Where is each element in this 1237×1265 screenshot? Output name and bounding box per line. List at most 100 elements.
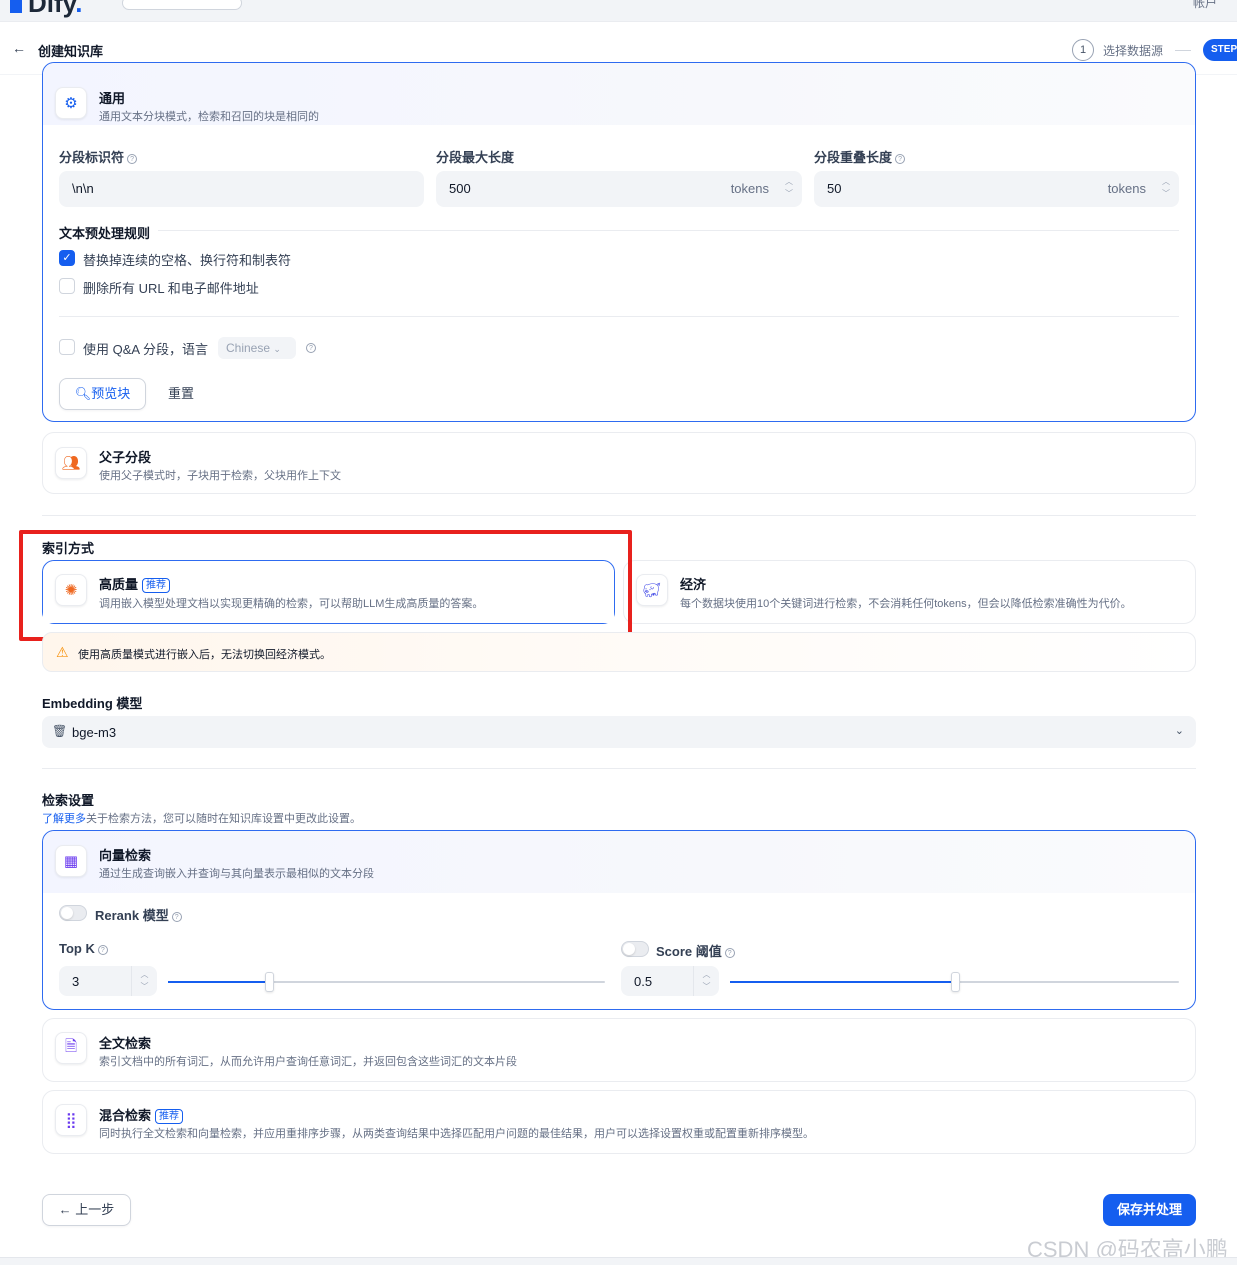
hybrid-desc: 同时执行全文检索和向量检索，并应用重排序步骤，从两类查询结果中选择匹配用户问题的… xyxy=(99,1128,814,1140)
recommended-badge: 推荐 xyxy=(142,578,171,593)
divider xyxy=(42,515,1196,516)
rule2-label: 删除所有 URL 和电子邮件地址 xyxy=(83,281,259,296)
help-icon[interactable]: ? xyxy=(171,912,182,922)
grid-icon: ▦ xyxy=(55,845,87,877)
parent-child-card[interactable]: 👥︎ 父子分段 使用父子模式时，子块用于检索，父块用作上下文 xyxy=(42,432,1196,494)
economy-desc: 每个数据块使用10个关键词进行检索，不会消耗任何tokens，但会以降低检索准确… xyxy=(680,598,1132,610)
fulltext-header: 🗎 全文检索 索引文档中的所有词汇，从而允许用户查询任意词汇，并返回包含这些词汇… xyxy=(43,1019,1195,1081)
overlap-input[interactable]: 50 tokens ︿ ﹀ xyxy=(814,171,1179,207)
step-1-number: 1 xyxy=(1072,39,1094,61)
top-nav-bar: Dify. 帐户 xyxy=(0,0,1237,22)
sparkle-icon: ✺ xyxy=(55,574,87,606)
hybrid-search-card[interactable]: ⣿ 混合检索 推荐 同时执行全文检索和向量检索，并应用重排序步骤，从两类查询结果中… xyxy=(42,1090,1196,1154)
rerank-label: Rerank 模型? xyxy=(95,905,182,924)
help-icon[interactable]: ? xyxy=(97,945,108,955)
document-search-icon: 🗎 xyxy=(55,1032,87,1064)
divider xyxy=(158,230,1179,231)
topk-input[interactable]: 3 ︿ ﹀ xyxy=(59,966,157,996)
score-toggle[interactable] xyxy=(621,941,649,957)
embedding-label: Embedding 模型 xyxy=(42,696,143,711)
help-icon[interactable]: ? xyxy=(306,343,316,353)
score-slider[interactable] xyxy=(730,972,1179,992)
index-warning: ⚠ 使用高质量模式进行嵌入后，无法切换回经济模式。 xyxy=(42,632,1196,672)
preprocess-title: 文本预处理规则 xyxy=(59,226,151,241)
high-quality-desc: 调用嵌入模型处理文档以实现更精确的检索，可以帮助LLM生成高质量的答案。 xyxy=(99,598,484,610)
qa-language-select[interactable]: Chinese ⌄ xyxy=(218,337,296,359)
account-menu[interactable]: 帐户 xyxy=(1193,0,1217,11)
general-chunk-card[interactable]: ⚙ 通用 通用文本分块模式，检索和召回的块是相同的 xyxy=(42,62,1196,422)
economy-header: 🐖︎ 经济 每个数据块使用10个关键词进行检索，不会消耗任何tokens，但会以… xyxy=(624,561,1195,623)
rule2-checkbox[interactable] xyxy=(59,278,75,294)
stepper-icon[interactable]: ︿ ﹀ xyxy=(693,966,719,996)
score-label: Score 阈值? xyxy=(656,941,735,960)
dify-logo[interactable]: Dify. xyxy=(10,0,82,19)
parent-child-header: 👥︎ 父子分段 使用父子模式时，子块用于检索，父块用作上下文 xyxy=(43,433,1195,495)
people-icon: 👥︎ xyxy=(55,447,87,479)
nav-pill[interactable] xyxy=(122,0,242,10)
dots-grid-icon: ⣿ xyxy=(55,1104,87,1136)
save-and-process-button[interactable]: 保存并处理 xyxy=(1103,1194,1196,1226)
general-card-header: ⚙ 通用 通用文本分块模式，检索和召回的块是相同的 xyxy=(43,63,1195,125)
score-input[interactable]: 0.5 ︿ ﹀ xyxy=(621,966,719,996)
rule1-label: 替换掉连续的空格、换行符和制表符 xyxy=(83,253,292,268)
warning-icon: ⚠ xyxy=(56,644,69,660)
preview-chunk-button[interactable]: 🔍︎预览块 xyxy=(59,378,146,410)
topk-label: Top K? xyxy=(59,941,108,956)
divider xyxy=(42,768,1196,769)
vector-search-title: 向量检索 xyxy=(99,848,152,863)
rule1-checkbox[interactable]: ✓ xyxy=(59,250,75,266)
chevron-down-icon: ⌄ xyxy=(1174,725,1184,737)
learn-more-link[interactable]: 了解更多 xyxy=(42,813,86,825)
score-slider-thumb[interactable] xyxy=(950,972,960,992)
economy-option[interactable]: 🐖︎ 经济 每个数据块使用10个关键词进行检索，不会消耗任何tokens，但会以… xyxy=(623,560,1196,624)
rerank-toggle[interactable] xyxy=(59,905,87,921)
divider xyxy=(59,316,1179,317)
arrow-left-icon[interactable]: ← xyxy=(12,40,26,56)
high-quality-header: ✺ 高质量 推荐 调用嵌入模型处理文档以实现更精确的检索，可以帮助LLM生成高质量… xyxy=(43,561,614,623)
parent-child-title: 父子分段 xyxy=(99,450,152,465)
stepper-icon[interactable]: ︿ ﹀ xyxy=(131,966,157,996)
general-desc: 通用文本分块模式，检索和召回的块是相同的 xyxy=(99,111,319,123)
stepper-icon[interactable]: ︿ ﹀ xyxy=(784,176,794,200)
bottom-edge xyxy=(0,1257,1237,1265)
fulltext-search-card[interactable]: 🗎 全文检索 索引文档中的所有词汇，从而允许用户查询任意词汇，并返回包含这些词汇… xyxy=(42,1018,1196,1082)
vector-search-card[interactable]: ▦ 向量检索 通过生成查询嵌入并查询与其向量表示最相似的文本分段 xyxy=(42,830,1196,1010)
fulltext-desc: 索引文档中的所有词汇，从而允许用户查询任意词汇，并返回包含这些词汇的文本片段 xyxy=(99,1056,517,1068)
topk-slider-fill xyxy=(168,981,269,983)
score-slider-fill xyxy=(730,981,955,983)
hybrid-title: 混合检索 推荐 xyxy=(99,1105,184,1124)
max-length-input[interactable]: 500 tokens ︿ ﹀ xyxy=(436,171,802,207)
help-icon[interactable]: ? xyxy=(724,948,735,958)
high-quality-title: 高质量 推荐 xyxy=(99,574,171,593)
embedding-model-select[interactable]: 🗑︎ bge-m3 ⌄ xyxy=(42,716,1196,748)
index-section-title: 索引方式 xyxy=(42,541,95,556)
economy-title: 经济 xyxy=(680,577,707,592)
topk-slider-thumb[interactable] xyxy=(264,972,274,992)
gear-icon: ⚙ xyxy=(55,87,87,119)
fulltext-title: 全文检索 xyxy=(99,1036,152,1051)
step-divider xyxy=(1175,50,1191,51)
reset-button[interactable]: 重置 xyxy=(160,378,202,410)
search-icon: 🔍︎ xyxy=(74,386,92,401)
overlap-label: 分段重叠长度? xyxy=(814,147,906,166)
topk-slider[interactable] xyxy=(168,972,605,992)
model-icon: 🗑︎ xyxy=(52,724,68,738)
help-icon[interactable]: ? xyxy=(127,154,138,164)
hybrid-header: ⣿ 混合检索 推荐 同时执行全文检索和向量检索，并应用重排序步骤，从两类查询结果中… xyxy=(43,1091,1195,1153)
arrow-left-icon: ← xyxy=(58,1202,72,1217)
high-quality-option[interactable]: ✺ 高质量 推荐 调用嵌入模型处理文档以实现更精确的检索，可以帮助LLM生成高质量… xyxy=(42,560,615,624)
qa-checkbox[interactable] xyxy=(59,339,75,355)
qa-label: 使用 Q&A 分段，语言 xyxy=(83,342,208,357)
active-step-badge: STEP xyxy=(1203,39,1237,61)
general-title: 通用 xyxy=(99,91,126,106)
delimiter-input[interactable]: \n\n xyxy=(59,171,424,207)
retrieval-hint: 了解更多关于检索方法，您可以随时在知识库设置中更改此设置。 xyxy=(42,813,361,825)
step-1-label: 选择数据源 xyxy=(1103,44,1164,58)
prev-step-button[interactable]: ← 上一步 xyxy=(42,1194,131,1226)
help-icon[interactable]: ? xyxy=(895,154,906,164)
stepper-icon[interactable]: ︿ ﹀ xyxy=(1161,176,1171,200)
delimiter-label: 分段标识符? xyxy=(59,147,138,166)
vector-search-desc: 通过生成查询嵌入并查询与其向量表示最相似的文本分段 xyxy=(99,868,374,880)
chevron-down-icon: ⌄ xyxy=(273,344,281,354)
piggy-bank-icon: 🐖︎ xyxy=(636,574,668,606)
